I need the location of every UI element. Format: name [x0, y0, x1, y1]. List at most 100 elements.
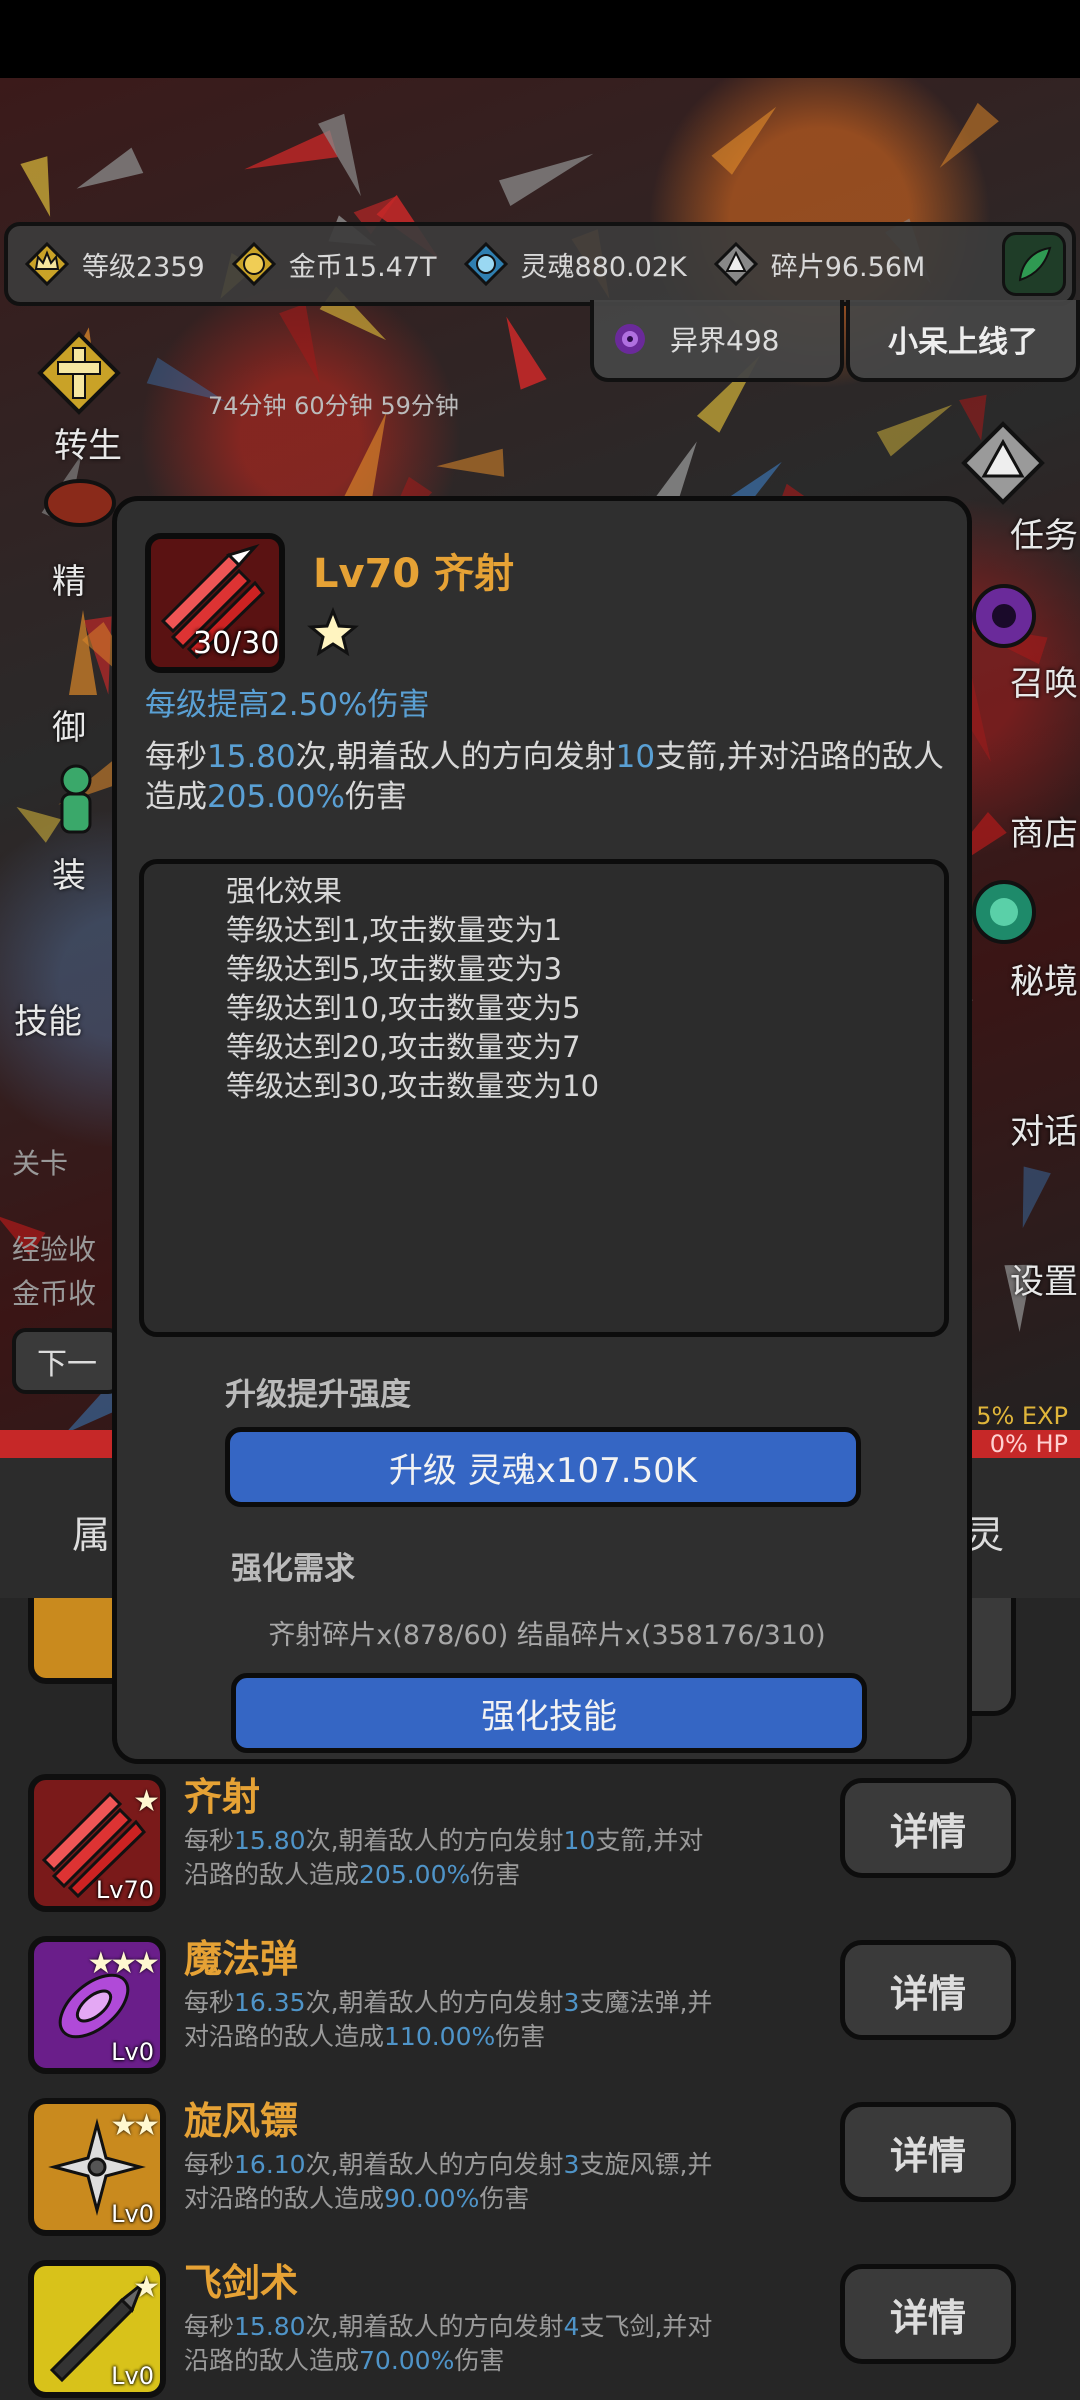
effects-title: 强化效果	[226, 874, 343, 908]
soul-icon	[461, 239, 511, 289]
require-text: 齐射碎片x(878/60) 结晶碎片x(358176/310)	[268, 1620, 826, 1651]
background-shard	[876, 392, 960, 457]
portal-icon[interactable]	[966, 874, 1052, 960]
side-label-settings: 设置	[1010, 1262, 1078, 1302]
skill-desc: 每秒16.35次,朝着敌人的方向发射3支魔法弹,并对沿路的敌人造成110.00%…	[184, 1986, 724, 2054]
vortex-icon	[615, 324, 645, 354]
skill-desc: 每秒16.10次,朝着敌人的方向发射3支旋风镖,并对沿路的敌人造成90.00%伤…	[184, 2148, 724, 2216]
resource-bar: 等级2359 金币15.47T 灵魂880.02K 碎片96.56M	[4, 222, 1076, 306]
star-icon	[307, 606, 359, 663]
require-label: 强化需求	[231, 1551, 355, 1587]
background-shard	[929, 102, 999, 178]
background-shard	[711, 97, 787, 175]
tab-attribute[interactable]: 属	[72, 1504, 110, 1559]
upgrade-label: 升级提升强度	[225, 1377, 411, 1413]
upgrade-button[interactable]: 升级 灵魂x107.50K	[225, 1427, 861, 1507]
skill-desc: 每秒15.80次,朝着敌人的方向发射4支飞剑,并对沿路的敌人造成70.00%伤害	[184, 2310, 724, 2378]
side-label-secret: 秘境	[1010, 962, 1078, 1002]
desc-part: 次,朝着敌人的方向发射	[295, 739, 616, 775]
coin-icon	[229, 239, 279, 289]
skill-thumb[interactable]: ★★ Lv0	[28, 2098, 166, 2236]
eye-icon[interactable]	[966, 578, 1052, 664]
per-level-bonus: 每级提高2.50%伤害	[145, 687, 430, 723]
desc-part: 每秒	[184, 2150, 235, 2179]
background-shard	[70, 147, 144, 202]
skill-icon: 30/30	[145, 533, 285, 673]
side-label-equip: 装	[52, 856, 86, 896]
resource-soul[interactable]: 灵魂880.02K	[461, 239, 687, 289]
skill-level: Lv0	[111, 2038, 154, 2066]
background-shard	[435, 448, 505, 481]
list-item: ★★ Lv0 旋风镖 每秒16.10次,朝着敌人的方向发射3支旋风镖,并对沿路的…	[0, 2084, 1080, 2246]
wolf-icon[interactable]	[960, 420, 1046, 506]
detail-button[interactable]: 详情	[840, 1940, 1016, 2040]
desc-value: 205.00%	[207, 779, 345, 815]
star-icon: ★	[133, 2270, 160, 2305]
hp-text: 0% HP	[989, 1430, 1068, 1458]
resource-level-label: 等级2359	[82, 251, 205, 283]
shard-icon	[711, 239, 761, 289]
resource-shard-label: 碎片96.56M	[770, 251, 926, 283]
effect-line: 等级达到30,攻击数量变为10	[226, 1069, 600, 1103]
desc-part: 每秒	[184, 1826, 235, 1855]
effect-line: 等级达到20,攻击数量变为7	[226, 1030, 581, 1064]
left-info-stage: 关卡	[12, 1147, 69, 1180]
desc-part: 伤害	[470, 1860, 521, 1889]
detail-button[interactable]: 详情	[840, 1778, 1016, 1878]
skill-thumb[interactable]: ★ Lv0	[28, 2260, 166, 2398]
side-label-rebirth: 转生	[54, 426, 122, 466]
desc-value: 10	[615, 739, 656, 775]
realm-tab[interactable]: 异界498	[590, 300, 844, 382]
figure-icon[interactable]	[36, 760, 122, 846]
resource-soul-label: 灵魂880.02K	[520, 251, 687, 283]
star-icon: ★	[133, 1784, 160, 1819]
skill-detail-modal: 30/30 Lv70 齐射 每级提高2.50%伤害 每秒15.80次,朝着敌人的…	[112, 496, 972, 1764]
desc-value: 110.00%	[384, 2022, 496, 2051]
detail-button[interactable]: 详情	[840, 2102, 1016, 2202]
desc-value: 16.35	[234, 1988, 306, 2017]
side-label-refine: 精	[52, 562, 86, 602]
desc-value: 90.00%	[384, 2184, 480, 2213]
exp-text: 5% EXP	[976, 1402, 1068, 1430]
background-shard	[493, 311, 547, 390]
desc-part: 伤害	[454, 2346, 505, 2375]
rebirth-icon[interactable]	[36, 330, 122, 416]
desc-value: 10	[563, 1826, 596, 1855]
realm-label: 异界498	[670, 324, 780, 357]
effects-box: 强化效果 等级达到1,攻击数量变为1 等级达到5,攻击数量变为3 等级达到10,…	[139, 859, 949, 1337]
timer-text: 74分钟 60分钟 59分钟	[208, 392, 459, 420]
list-item: ★ Lv0 飞剑术 每秒15.80次,朝着敌人的方向发射4支飞剑,并对沿路的敌人…	[0, 2246, 1080, 2400]
background-shard	[344, 407, 400, 506]
desc-part: 次,朝着敌人的方向发射	[305, 2150, 564, 2179]
background-shard	[279, 303, 333, 389]
modal-title: Lv70 齐射	[313, 551, 515, 597]
star-icon: ★★	[110, 2108, 160, 2143]
skill-name: 旋风镖	[184, 2099, 299, 2143]
desc-part: 每秒	[145, 739, 207, 775]
skill-desc: 每秒15.80次,朝着敌人的方向发射10支箭,并对沿路的敌人造成205.00%伤…	[184, 1824, 724, 1892]
background-shard	[1009, 1166, 1051, 1232]
skill-name: 魔法弹	[184, 1937, 299, 1981]
leaf-icon[interactable]	[1002, 232, 1066, 296]
skill-count: 30/30	[193, 626, 280, 661]
star-icon: ★★★	[87, 1946, 160, 1981]
skill-thumb[interactable]: ★★★ Lv0	[28, 1936, 166, 2074]
enhance-button[interactable]: 强化技能	[231, 1673, 867, 1753]
resource-shard[interactable]: 碎片96.56M	[711, 239, 926, 289]
resource-gold[interactable]: 金币15.47T	[229, 239, 437, 289]
desc-value: 3	[563, 2150, 580, 2179]
side-label-shop: 商店	[1010, 814, 1078, 854]
next-stage-button[interactable]: 下一	[12, 1328, 122, 1394]
side-label-quest: 任务	[1010, 516, 1078, 556]
desc-part: 伤害	[344, 779, 407, 815]
desc-part: 次,朝着敌人的方向发射	[305, 1826, 564, 1855]
resource-level[interactable]: 等级2359	[22, 239, 205, 289]
online-tab[interactable]: 小呆上线了	[846, 300, 1080, 382]
skill-name: 齐射	[184, 1775, 261, 1819]
desc-value: 15.80	[207, 739, 296, 775]
status-bar	[0, 0, 1080, 78]
skill-name: 飞剑术	[184, 2261, 299, 2305]
desc-part: 每秒	[184, 2312, 235, 2341]
skill-thumb[interactable]: ★ Lv70	[28, 1774, 166, 1912]
detail-button[interactable]: 详情	[840, 2264, 1016, 2364]
